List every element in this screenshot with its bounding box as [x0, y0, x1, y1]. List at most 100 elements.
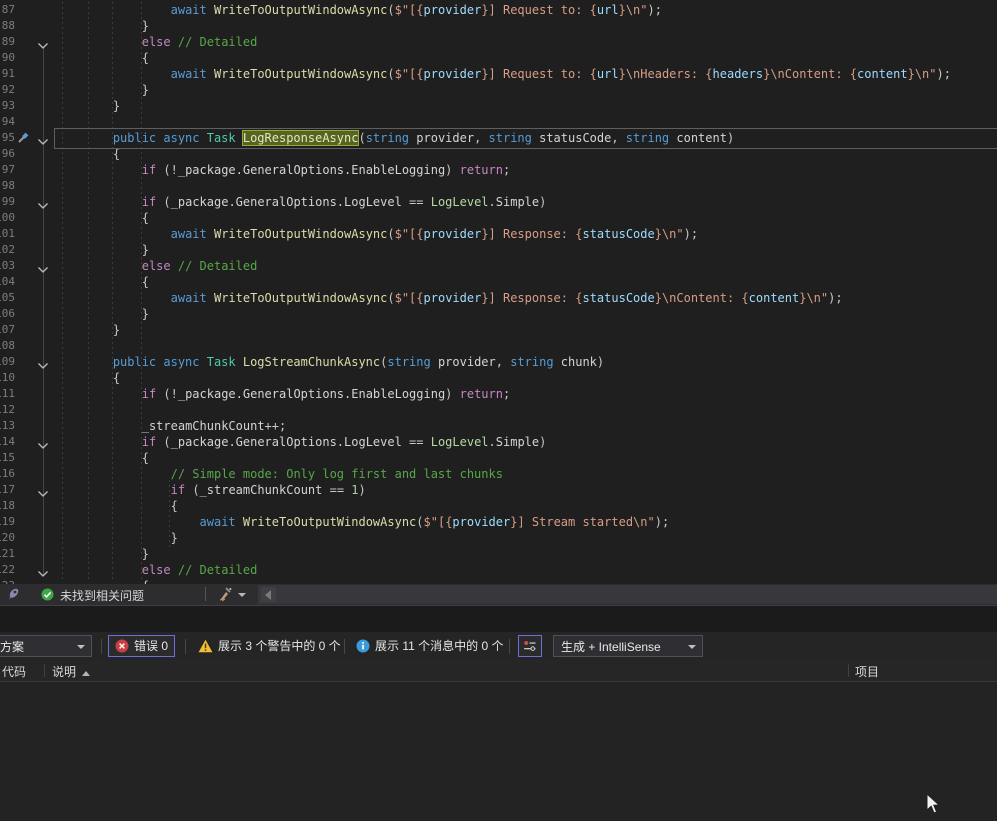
line-number: 115 — [0, 450, 15, 466]
code-line: 94 — [0, 114, 997, 130]
code-line: 91await WriteToOutputWindowAsync($"[{pro… — [0, 66, 997, 82]
code-text[interactable]: if (!_package.GeneralOptions.EnableLoggi… — [142, 386, 511, 402]
code-text[interactable]: if (_package.GeneralOptions.LogLevel == … — [142, 194, 547, 210]
code-line: 101 await WriteToOutputWindowAsync($"[{pr… — [0, 226, 997, 242]
code-line: 106} — [0, 306, 997, 322]
code-line: 114if (_package.GeneralOptions.LogLevel … — [0, 434, 997, 450]
code-text[interactable]: await WriteToOutputWindowAsync($"[{provi… — [171, 226, 698, 242]
code-text[interactable]: if (!_package.GeneralOptions.EnableLoggi… — [142, 162, 511, 178]
code-text[interactable]: if (_streamChunkCount == 1) — [171, 482, 366, 498]
line-number: 99 — [0, 194, 15, 210]
code-text[interactable]: } — [142, 546, 149, 562]
line-number: 102 — [0, 242, 15, 258]
code-cleanup-dropdown-chevron-icon[interactable] — [238, 593, 246, 597]
sort-ascending-icon — [82, 671, 90, 676]
code-text[interactable]: { — [171, 498, 178, 514]
code-editor[interactable]: 87await WriteToOutputWindowAsync($"[{pro… — [0, 0, 997, 584]
code-text[interactable]: else // Detailed — [142, 34, 258, 50]
code-cleanup-broom-icon[interactable] — [217, 586, 233, 602]
column-description[interactable]: 说明 — [52, 663, 90, 680]
code-line: 90{ — [0, 50, 997, 66]
messages-filter-button[interactable]: 展示 11 个消息中的 0 个 — [350, 635, 509, 657]
code-text[interactable]: { — [142, 274, 149, 290]
warnings-filter-button[interactable]: 展示 3 个警告中的 0 个 — [192, 635, 347, 657]
line-number: 111 — [0, 386, 15, 402]
code-line: 116 // Simple mode: Only log first and la… — [0, 466, 997, 482]
code-text[interactable]: await WriteToOutputWindowAsync($"[{provi… — [171, 2, 662, 18]
line-number: 122 — [0, 562, 15, 578]
code-line: 117if (_streamChunkCount == 1) — [0, 482, 997, 498]
line-number: 101 — [0, 226, 15, 242]
code-line: 118{ — [0, 498, 997, 514]
code-text[interactable]: } — [142, 242, 149, 258]
line-number: 89 — [0, 34, 15, 50]
source-dropdown[interactable]: 生成 + IntelliSense — [553, 635, 703, 657]
line-number: 116 — [0, 466, 15, 482]
fold-collapse-chevron-icon[interactable] — [37, 198, 49, 206]
line-number: 104 — [0, 274, 15, 290]
error-icon — [115, 639, 129, 653]
multi-filter-toggle-button[interactable] — [518, 635, 542, 657]
code-text[interactable]: public async Task LogStreamChunkAsync(st… — [113, 354, 604, 370]
code-text[interactable]: } — [142, 82, 149, 98]
code-line: 99 if (_package.GeneralOptions.LogLevel =… — [0, 194, 997, 210]
editor-health-bar: 未找到相关问题 — [0, 584, 997, 606]
code-text[interactable]: } — [142, 18, 149, 34]
code-text[interactable]: { — [113, 146, 120, 162]
fold-collapse-chevron-icon[interactable] — [37, 38, 49, 46]
code-text[interactable]: } — [142, 306, 149, 322]
code-line: 88} — [0, 18, 997, 34]
scope-dropdown[interactable]: 方案 — [0, 635, 92, 657]
messages-label: 展示 11 个消息中的 0 个 — [375, 635, 503, 657]
line-number: 119 — [0, 514, 15, 530]
rocket-icon[interactable] — [6, 587, 21, 602]
fold-collapse-chevron-icon[interactable] — [37, 358, 49, 366]
line-number: 113 — [0, 418, 15, 434]
warnings-label: 展示 3 个警告中的 0 个 — [218, 635, 341, 657]
code-text[interactable]: await WriteToOutputWindowAsync($"[{provi… — [171, 66, 951, 82]
column-divider[interactable] — [44, 664, 45, 677]
column-divider[interactable] — [848, 664, 849, 677]
errors-filter-button[interactable]: 错误 0 — [108, 635, 175, 657]
code-line: 98 — [0, 178, 997, 194]
divider — [344, 639, 345, 654]
fold-collapse-chevron-icon[interactable] — [37, 262, 49, 270]
column-project[interactable]: 项目 — [855, 663, 879, 680]
code-line: 120} — [0, 530, 997, 546]
line-number: 92 — [0, 82, 15, 98]
code-text[interactable]: } — [113, 322, 120, 338]
source-dropdown-value: 生成 + IntelliSense — [561, 640, 661, 654]
divider — [509, 639, 510, 654]
chevron-down-icon — [77, 645, 85, 649]
fold-collapse-chevron-icon[interactable] — [37, 134, 49, 142]
code-text[interactable]: { — [142, 450, 149, 466]
code-text[interactable]: { — [142, 210, 149, 226]
code-text[interactable]: await WriteToOutputWindowAsync($"[{provi… — [200, 514, 670, 530]
horizontal-scrollbar[interactable] — [258, 585, 997, 604]
code-text[interactable]: } — [113, 98, 120, 114]
fold-collapse-chevron-icon[interactable] — [37, 566, 49, 574]
code-text[interactable]: } — [171, 530, 178, 546]
code-text[interactable]: _streamChunkCount++; — [142, 418, 287, 434]
code-line: 112 — [0, 402, 997, 418]
code-text[interactable]: public async Task LogResponseAsync(strin… — [113, 130, 734, 146]
code-text[interactable]: { — [142, 50, 149, 66]
fold-collapse-chevron-icon[interactable] — [37, 438, 49, 446]
code-line: 102} — [0, 242, 997, 258]
code-line: 93} — [0, 98, 997, 114]
scroll-left-button[interactable] — [261, 587, 276, 602]
column-code[interactable]: 代码 — [2, 663, 26, 680]
code-text[interactable]: { — [113, 370, 120, 386]
error-list-body[interactable] — [0, 682, 997, 821]
code-text[interactable]: else // Detailed — [142, 562, 258, 578]
code-text[interactable]: await WriteToOutputWindowAsync($"[{provi… — [171, 290, 843, 306]
divider — [185, 639, 186, 654]
code-text[interactable]: else // Detailed — [142, 258, 258, 274]
fold-collapse-chevron-icon[interactable] — [37, 486, 49, 494]
highlighted-symbol[interactable]: LogResponseAsync — [243, 131, 359, 145]
code-text[interactable]: if (_package.GeneralOptions.LogLevel == … — [142, 434, 547, 450]
error-list-header: 代码 说明 项目 — [0, 660, 997, 682]
line-number: 103 — [0, 258, 15, 274]
code-line: 95public async Task LogResponseAsync(str… — [0, 130, 997, 146]
code-text[interactable]: // Simple mode: Only log first and last … — [171, 466, 503, 482]
